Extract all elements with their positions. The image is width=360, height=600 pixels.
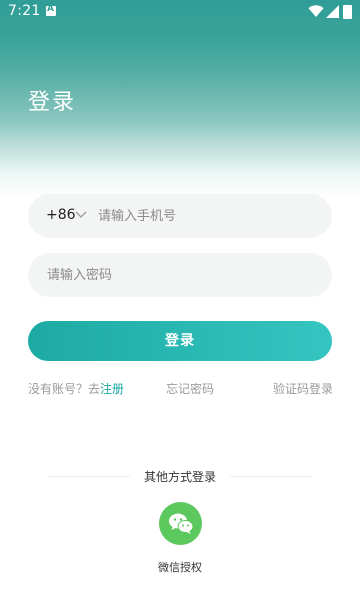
register-link[interactable]: 注册	[100, 382, 124, 396]
divider-right	[230, 476, 312, 477]
links-row: 没有账号？去注册 忘记密码 验证码登录	[28, 380, 333, 398]
forgot-password-link[interactable]: 忘记密码	[166, 380, 214, 397]
status-icons	[308, 5, 352, 19]
phone-field: +86	[28, 194, 332, 238]
no-account-text: 没有账号？去注册	[28, 380, 124, 397]
phone-input[interactable]	[98, 194, 318, 238]
page-title: 登录	[28, 90, 77, 115]
chevron-down-icon[interactable]	[75, 211, 87, 219]
wifi-icon	[308, 5, 324, 17]
password-field	[28, 253, 332, 297]
country-code-selector[interactable]: +86	[46, 207, 76, 223]
wechat-icon	[169, 513, 194, 534]
status-time: 7:21	[8, 3, 41, 19]
login-screen: 7:21 登录 +86 登录 没有账号？去注册 忘记密码 验证码登录 其他方式登…	[0, 0, 360, 600]
wechat-login-label: 微信授权	[158, 561, 202, 574]
no-account-label: 没有账号？去	[28, 382, 101, 396]
sms-login-link[interactable]: 验证码登录	[273, 380, 333, 397]
status-bar: 7:21	[0, 0, 360, 24]
login-button[interactable]: 登录	[28, 321, 332, 361]
notification-a-icon	[46, 4, 56, 16]
wechat-login-button[interactable]	[159, 502, 202, 545]
signal-icon	[326, 5, 339, 18]
password-input[interactable]	[47, 253, 317, 297]
battery-icon	[343, 5, 352, 19]
